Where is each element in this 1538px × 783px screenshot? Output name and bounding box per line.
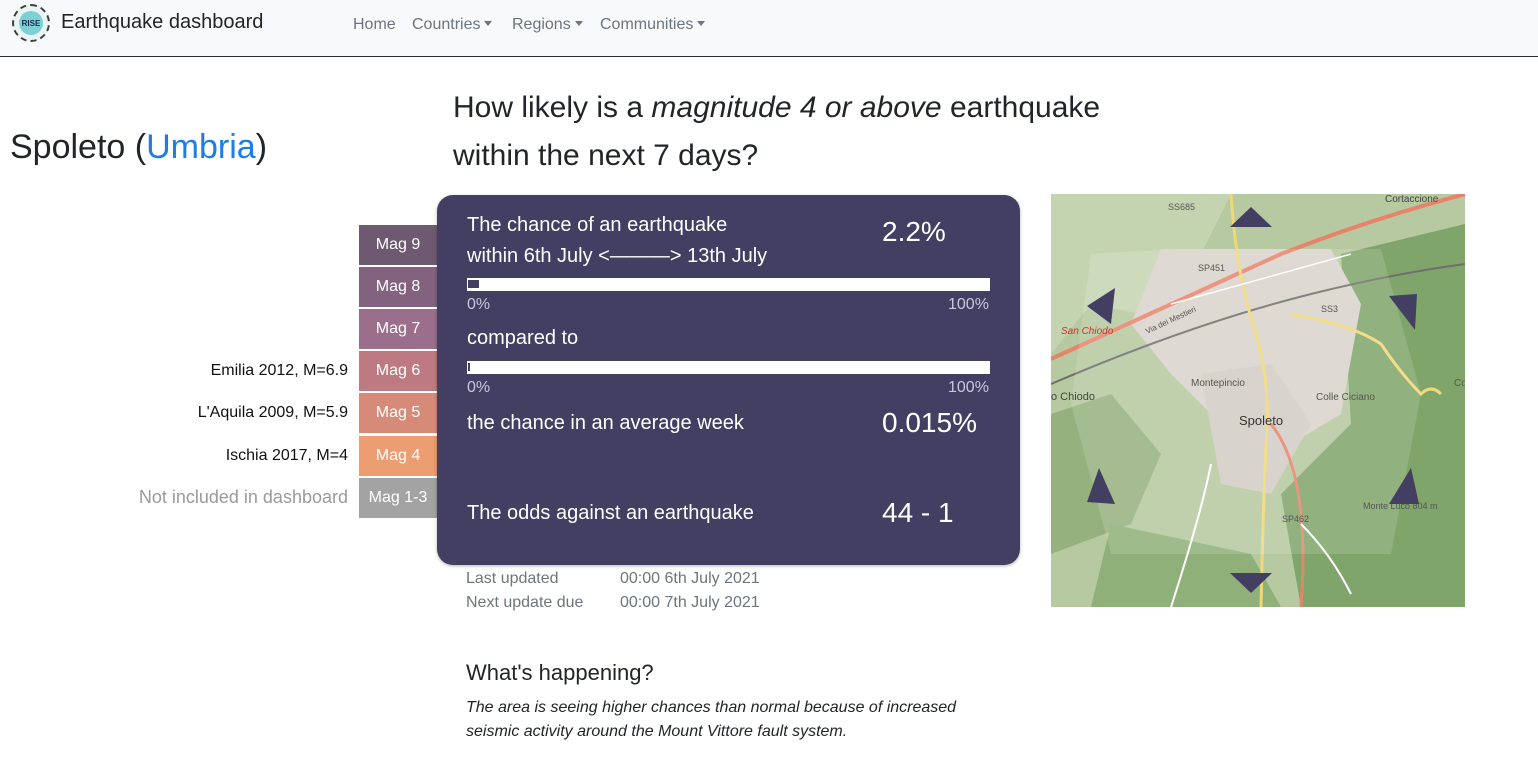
chance-value: 2.2% xyxy=(882,216,946,247)
nav-home-label: Home xyxy=(353,16,396,33)
average-label: the chance in an average week xyxy=(467,412,744,434)
paren-close: ) xyxy=(255,128,268,166)
rise-logo[interactable]: RISE xyxy=(12,4,50,42)
mag-5-block: Mag 5 xyxy=(359,393,437,433)
nav-countries-label: Countries xyxy=(412,16,481,33)
average-progress-bar xyxy=(467,361,990,374)
mag-9-block: Mag 9 xyxy=(359,225,437,265)
map-label: San Chiodo xyxy=(1061,326,1114,337)
chance-label-line1: The chance of an earthquake xyxy=(467,214,728,236)
nav-regions-label: Regions xyxy=(512,16,571,33)
chevron-down-icon xyxy=(484,21,493,26)
average-bar-min: 0% xyxy=(467,379,491,396)
map-label: Montepincio xyxy=(1191,378,1245,389)
question-part1: How likely is a xyxy=(453,91,644,124)
nav-communities-dropdown[interactable]: Communities xyxy=(600,16,706,34)
nav-home[interactable]: Home xyxy=(353,16,396,34)
mag-7-block: Mag 7 xyxy=(359,309,437,349)
compared-to-label: compared to xyxy=(467,327,579,349)
map-pan-down-icon[interactable] xyxy=(1230,573,1272,593)
map-label: SP451 xyxy=(1198,263,1225,273)
last-updated-value: 00:00 6th July 2021 xyxy=(620,570,760,587)
mag-1-3-block: Mag 1-3 xyxy=(359,478,437,518)
map-tiles: SS685 Cortaccione SP451 SS3 San Chiodo V… xyxy=(1051,194,1465,607)
happening-description: The area is seeing higher chances than n… xyxy=(466,699,957,740)
mag-6-block: Mag 6 xyxy=(359,351,437,391)
forecast-question: How likely is a magnitude 4 or above ear… xyxy=(453,84,1173,180)
average-value: 0.015% xyxy=(882,407,977,438)
map-label: Cortaccione xyxy=(1385,194,1439,205)
brand-title[interactable]: Earthquake dashboard xyxy=(61,11,263,34)
location-map[interactable]: SS685 Cortaccione SP451 SS3 San Chiodo V… xyxy=(1051,194,1465,607)
average-progress-fill xyxy=(468,363,470,371)
chance-progress-bar xyxy=(467,278,990,291)
map-pan-up-icon[interactable] xyxy=(1230,207,1272,227)
map-label: SS685 xyxy=(1168,202,1195,212)
map-pan-down-left-icon[interactable] xyxy=(1087,468,1117,504)
location-name: Spoleto xyxy=(10,128,126,166)
chance-progress-fill xyxy=(468,280,479,288)
reference-not-included: Not included in dashboard xyxy=(138,487,348,507)
next-update-value: 00:00 7th July 2021 xyxy=(620,594,760,611)
map-label: SS3 xyxy=(1321,304,1338,314)
map-label: Co xyxy=(1454,378,1465,389)
mag-4-block: Mag 4 xyxy=(359,436,437,476)
odds-label: The odds against an earthquake xyxy=(467,502,754,524)
map-pan-up-left-icon[interactable] xyxy=(1087,288,1117,324)
mag-8-block: Mag 8 xyxy=(359,267,437,307)
nav-regions-dropdown[interactable]: Regions xyxy=(512,16,583,34)
average-bar-max: 100% xyxy=(948,379,989,396)
chevron-down-icon xyxy=(574,21,583,26)
rise-logo-text: RISE xyxy=(19,11,43,35)
question-emphasis: magnitude 4 or above xyxy=(651,91,942,124)
nav-countries-dropdown[interactable]: Countries xyxy=(412,16,493,34)
chance-label-line2: within 6th July <———> 13th July xyxy=(467,245,768,267)
map-label: Spoleto xyxy=(1239,413,1283,428)
map-pan-down-right-icon[interactable] xyxy=(1389,468,1419,504)
navbar: RISE Earthquake dashboard Home Countries… xyxy=(0,0,1538,57)
paren-open: ( xyxy=(134,128,147,166)
chance-bar-min: 0% xyxy=(467,296,491,313)
map-label: SP462 xyxy=(1282,514,1309,524)
map-label: o Chiodo xyxy=(1051,391,1095,403)
next-update-label: Next update due xyxy=(466,594,584,611)
happening-heading: What's happening? xyxy=(466,660,654,685)
map-label: Colle Ciciano xyxy=(1316,392,1375,403)
page-title: Spoleto (Umbria) xyxy=(10,128,267,167)
map-pan-up-right-icon[interactable] xyxy=(1389,294,1419,330)
last-updated-label: Last updated xyxy=(466,570,559,587)
region-link[interactable]: Umbria xyxy=(146,128,256,166)
nav-communities-label: Communities xyxy=(600,16,694,33)
reference-ischia: Ischia 2017, M=4 xyxy=(225,447,348,464)
chevron-down-icon xyxy=(697,21,706,26)
odds-value: 44 - 1 xyxy=(882,497,954,528)
chance-bar-max: 100% xyxy=(948,296,989,313)
reference-emilia: Emilia 2012, M=6.9 xyxy=(210,362,348,379)
reference-laquila: L'Aquila 2009, M=5.9 xyxy=(197,404,348,421)
forecast-card: The chance of an earthquake within 6th J… xyxy=(437,195,1020,565)
